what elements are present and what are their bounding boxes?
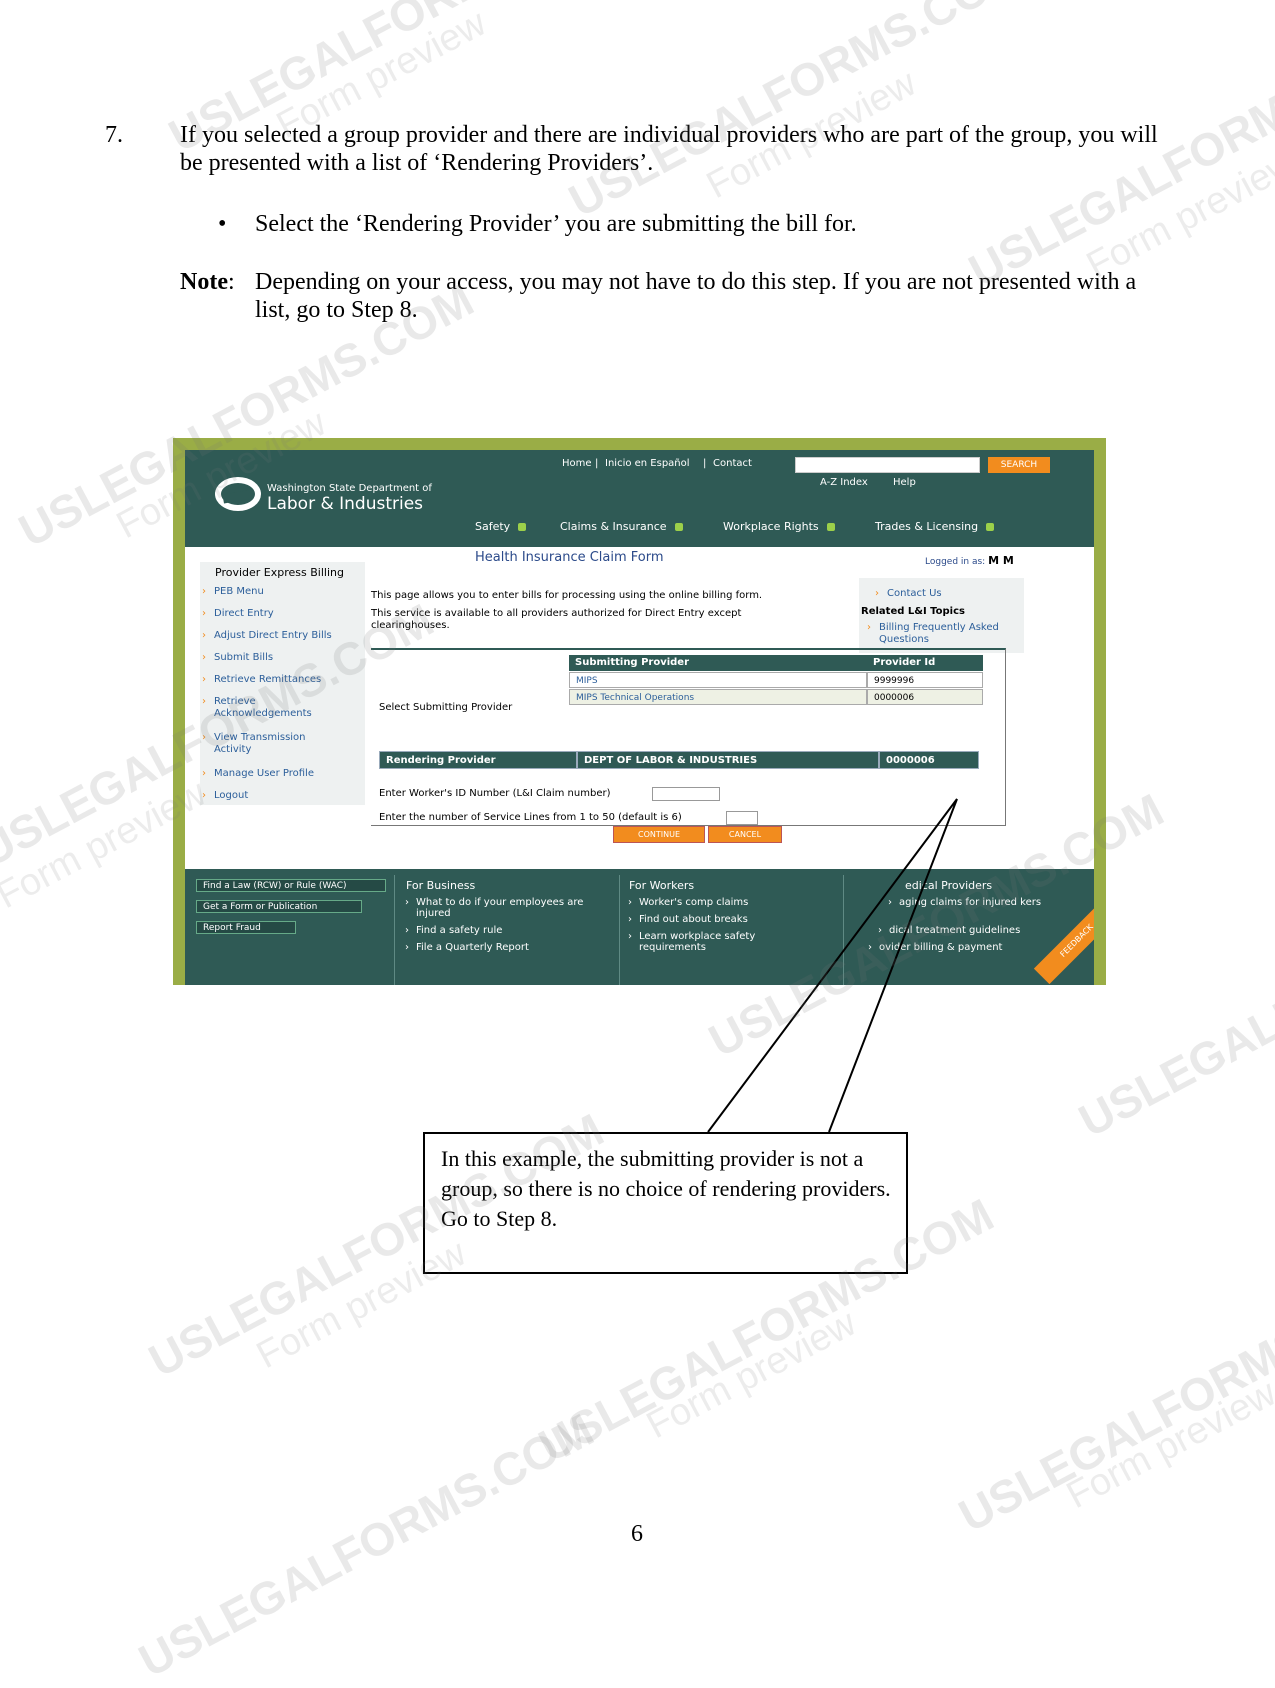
callout-box: In this example, the submitting provider… bbox=[423, 1132, 908, 1274]
callout-pointer bbox=[707, 798, 958, 1133]
callout-text: In this example, the submitting provider… bbox=[441, 1146, 891, 1231]
